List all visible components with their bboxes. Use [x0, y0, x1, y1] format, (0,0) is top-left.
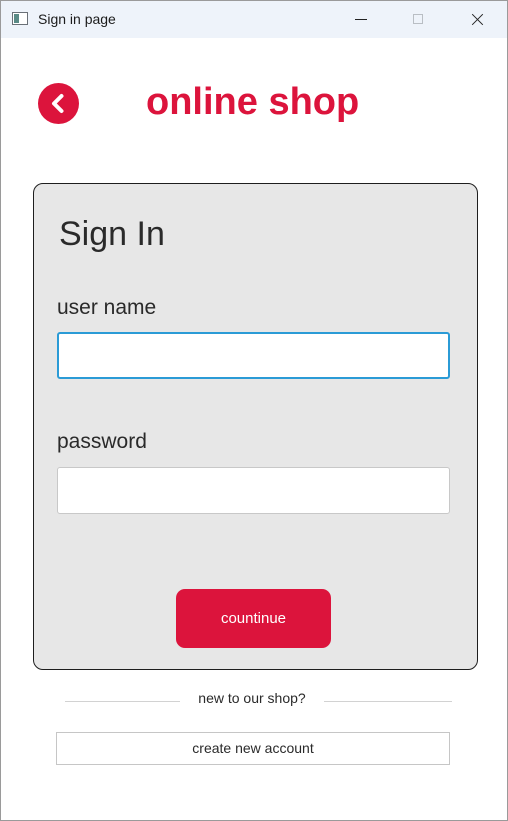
close-button[interactable] — [455, 1, 501, 38]
password-input[interactable] — [57, 467, 450, 514]
new-customer-text: new to our shop? — [198, 690, 306, 706]
continue-button[interactable]: countinue — [176, 589, 331, 648]
title-bar: Sign in page — [1, 1, 507, 38]
divider-right — [324, 701, 452, 702]
password-label: password — [57, 430, 147, 453]
window-title: Sign in page — [38, 11, 116, 27]
username-input[interactable] — [57, 332, 450, 379]
divider-left — [65, 701, 180, 702]
back-button[interactable] — [38, 83, 79, 124]
chevron-left-icon — [52, 94, 64, 113]
signin-card: Sign In user name password countinue — [33, 183, 478, 670]
signin-title: Sign In — [59, 215, 165, 253]
minimize-button[interactable] — [339, 1, 385, 38]
shop-title: online shop — [146, 81, 360, 123]
create-account-button[interactable]: create new account — [56, 732, 450, 765]
app-icon — [12, 12, 28, 25]
username-label: user name — [57, 296, 157, 319]
app-window: Sign in page online shop Sign In user na… — [0, 0, 508, 821]
maximize-button[interactable] — [396, 1, 442, 38]
